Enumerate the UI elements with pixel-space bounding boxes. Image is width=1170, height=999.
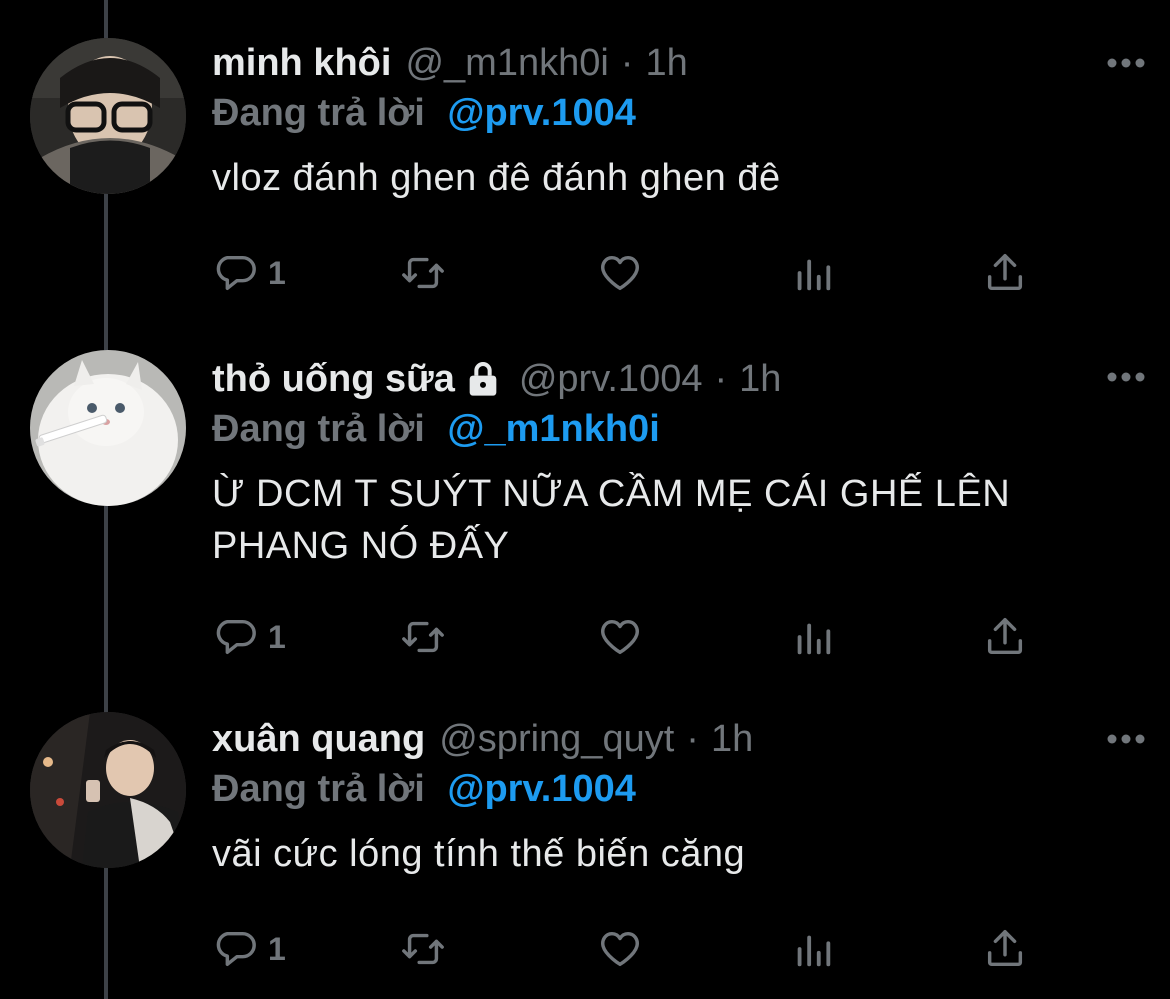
more-dots-icon[interactable] <box>1106 370 1146 384</box>
heart-icon <box>601 931 639 967</box>
like-button[interactable] <box>597 248 643 298</box>
more-dots-icon[interactable] <box>1106 56 1146 70</box>
avatar-photo <box>30 350 186 506</box>
user-handle[interactable]: @spring_quyt <box>439 714 674 764</box>
heart-icon <box>601 255 639 291</box>
avatar[interactable] <box>30 38 186 194</box>
tweet-actions: 1 <box>212 248 1042 298</box>
reply-count: 1 <box>268 930 286 967</box>
retweet-icon <box>402 257 444 289</box>
like-button[interactable] <box>597 924 643 974</box>
share-icon <box>987 930 1023 967</box>
timestamp[interactable]: 1h <box>645 38 687 88</box>
display-name[interactable]: thỏ uống sữa <box>212 354 455 404</box>
tweet-header: xuân quang @spring_quyt · 1h <box>212 714 1110 764</box>
tweet-text: Ừ DCM T SUÝT NỮA CẦM MẸ CÁI GHẾ LÊN PHAN… <box>212 473 1011 567</box>
replying-to: Đang trả lời @_m1nkh0i <box>212 404 1110 454</box>
share-icon <box>987 254 1023 291</box>
analytics-icon <box>797 935 831 967</box>
reply-count: 1 <box>268 254 286 291</box>
reply-button[interactable]: 1 <box>212 248 286 298</box>
lock-icon <box>469 362 497 396</box>
timestamp[interactable]: 1h <box>739 354 781 404</box>
avatar[interactable] <box>30 712 186 868</box>
display-name[interactable]: minh khôi <box>212 38 391 88</box>
reply-mention-link[interactable]: @prv.1004 <box>447 92 635 134</box>
analytics-button[interactable] <box>790 924 836 974</box>
tweet-text: vloz đánh ghen đê đánh ghen đê <box>212 157 781 199</box>
share-button[interactable] <box>982 612 1028 662</box>
share-button[interactable] <box>982 924 1028 974</box>
avatar-photo <box>30 712 186 868</box>
tweet-header: minh khôi @_m1nkh0i · 1h <box>212 38 1110 88</box>
tweet-text: vãi cức lóng tính thế biến căng <box>212 833 746 875</box>
tweet-actions: 1 <box>212 612 1042 662</box>
replying-to-label: Đang trả lời <box>212 408 425 450</box>
reply-bubble-icon <box>216 619 256 655</box>
analytics-icon <box>797 623 831 655</box>
tweet-actions: 1 <box>212 924 1042 974</box>
separator-dot: · <box>686 718 699 760</box>
reply-button[interactable]: 1 <box>212 924 286 974</box>
replying-to: Đang trả lời @prv.1004 <box>212 764 1110 814</box>
retweet-button[interactable] <box>400 924 446 974</box>
retweet-icon <box>402 621 444 653</box>
replying-to-label: Đang trả lời <box>212 768 425 810</box>
analytics-button[interactable] <box>790 248 836 298</box>
avatar[interactable] <box>30 350 186 506</box>
share-icon <box>987 618 1023 655</box>
reply-button[interactable]: 1 <box>212 612 286 662</box>
reply-count: 1 <box>268 618 286 655</box>
tweet-header: thỏ uống sữa @prv.1004 · 1h <box>212 354 1110 404</box>
heart-icon <box>601 619 639 655</box>
timestamp[interactable]: 1h <box>711 714 753 764</box>
reply-mention-link[interactable]: @prv.1004 <box>447 768 635 810</box>
share-button[interactable] <box>982 248 1028 298</box>
reply-bubble-icon <box>216 931 256 967</box>
separator-dot: · <box>714 358 728 400</box>
retweet-button[interactable] <box>400 248 446 298</box>
retweet-icon <box>402 933 444 965</box>
more-dots-icon[interactable] <box>1106 732 1146 746</box>
display-name[interactable]: xuân quang <box>212 714 425 764</box>
replying-to-label: Đang trả lời <box>212 92 425 134</box>
like-button[interactable] <box>597 612 643 662</box>
retweet-button[interactable] <box>400 612 446 662</box>
analytics-icon <box>797 259 831 291</box>
separator-dot: · <box>620 42 634 84</box>
user-handle[interactable]: @_m1nkh0i <box>405 38 608 88</box>
replying-to: Đang trả lời @prv.1004 <box>212 88 1110 138</box>
reply-mention-link[interactable]: @_m1nkh0i <box>447 408 659 450</box>
reply-bubble-icon <box>216 255 256 291</box>
analytics-button[interactable] <box>790 612 836 662</box>
user-handle[interactable]: @prv.1004 <box>519 354 703 404</box>
avatar-photo <box>30 38 186 194</box>
